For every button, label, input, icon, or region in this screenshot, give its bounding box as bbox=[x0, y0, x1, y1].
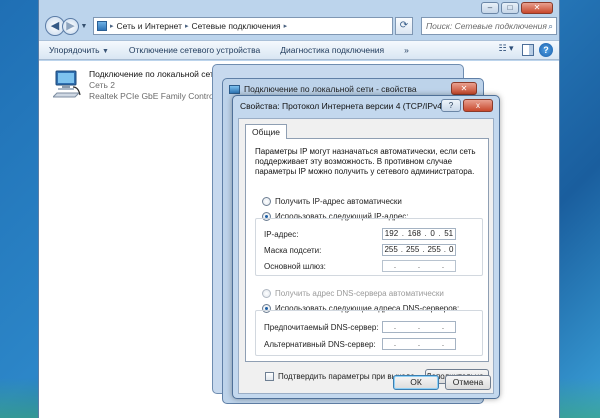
view-options-icon[interactable]: ☷ ▾ bbox=[495, 43, 517, 57]
organize-label: Упорядочить bbox=[49, 45, 100, 55]
breadcrumb-chevron-icon[interactable]: ▸ bbox=[110, 22, 114, 30]
close-button[interactable]: x bbox=[463, 99, 493, 112]
breadcrumb-chevron-icon[interactable]: ▸ bbox=[185, 22, 189, 30]
ip-octet: 51 bbox=[444, 229, 454, 238]
close-button[interactable]: ✕ bbox=[521, 2, 553, 14]
window-controls: – □ ✕ bbox=[481, 2, 553, 14]
back-close-button[interactable]: ✕ bbox=[451, 82, 477, 95]
confirm-on-exit-checkbox[interactable] bbox=[265, 372, 274, 381]
subnet-mask-input[interactable]: 255. 255. 255. 0 bbox=[382, 244, 456, 256]
ok-button[interactable]: ОК bbox=[393, 375, 439, 390]
mask-octet: 255 bbox=[405, 245, 420, 254]
disable-device-button[interactable]: Отключение сетевого устройства bbox=[119, 45, 270, 55]
dialog-body: Общие Параметры IP могут назначаться авт… bbox=[238, 118, 494, 394]
ip-auto-radio[interactable] bbox=[262, 197, 271, 206]
ip-settings-group: IP-адрес: 192. 168. 0. 51 Маска подсети:… bbox=[255, 218, 483, 276]
breadcrumb-network-internet[interactable]: Сеть и Интернет bbox=[117, 21, 182, 31]
organize-button[interactable]: Упорядочить ▼ bbox=[39, 45, 119, 55]
history-dropdown-icon[interactable]: ▼ bbox=[79, 23, 89, 30]
preview-pane-icon[interactable] bbox=[522, 44, 534, 56]
toolbar-right: ☷ ▾ ? bbox=[495, 43, 553, 57]
connection-properties-title-text: Подключение по локальной сети - свойства bbox=[244, 84, 417, 94]
network-icon bbox=[229, 84, 240, 94]
gateway-label: Основной шлюз: bbox=[264, 262, 326, 271]
ip-address-label: IP-адрес: bbox=[264, 230, 299, 239]
connection-name: Подключение по локальной сети bbox=[89, 69, 219, 79]
maximize-button[interactable]: □ bbox=[501, 2, 519, 14]
search-icon[interactable]: ⌕ bbox=[548, 18, 553, 34]
ip-octet: 192 bbox=[384, 229, 399, 238]
connection-properties-title: Подключение по локальной сети - свойства bbox=[229, 84, 417, 94]
intro-text: Параметры IP могут назначаться автоматич… bbox=[255, 147, 476, 176]
refresh-icon[interactable]: ⟳ bbox=[395, 17, 413, 35]
ipv4-properties-dialog: Свойства: Протокол Интернета версии 4 (T… bbox=[232, 95, 500, 399]
address-row: ◀ ▶ ▼ ▸ Сеть и Интернет ▸ Сетевые подклю… bbox=[39, 14, 559, 38]
connection-details: Подключение по локальной сети Сеть 2 Rea… bbox=[89, 69, 225, 102]
command-bar: Упорядочить ▼ Отключение сетевого устрой… bbox=[39, 40, 559, 60]
help-icon[interactable]: ? bbox=[539, 43, 553, 57]
breadcrumb-chevron-icon[interactable]: ▸ bbox=[284, 22, 288, 30]
dns-preferred-input[interactable]: ... bbox=[382, 321, 456, 333]
subnet-mask-label: Маска подсети: bbox=[264, 246, 322, 255]
chevron-down-icon: ▼ bbox=[101, 48, 109, 55]
ip-auto-label[interactable]: Получить IP-адрес автоматически bbox=[275, 197, 402, 206]
dns-alternate-label: Альтернативный DNS-сервер: bbox=[264, 340, 376, 349]
ip-octet: 168 bbox=[407, 229, 421, 238]
ip-address-input[interactable]: 192. 168. 0. 51 bbox=[382, 228, 456, 240]
cancel-button[interactable]: Отмена bbox=[445, 375, 491, 390]
mask-octet: 0 bbox=[448, 245, 454, 254]
breadcrumb-network-connections[interactable]: Сетевые подключения bbox=[192, 21, 281, 31]
dns-preferred-label: Предпочитаемый DNS-сервер: bbox=[264, 323, 379, 332]
mask-octet: 255 bbox=[427, 245, 441, 254]
mask-octet: 255 bbox=[384, 245, 398, 254]
diagnose-button[interactable]: Диагностика подключения bbox=[270, 45, 394, 55]
network-adapter-icon bbox=[53, 70, 81, 98]
minimize-button[interactable]: – bbox=[481, 2, 499, 14]
more-commands-icon[interactable]: » bbox=[394, 45, 419, 55]
tab-general[interactable]: Общие bbox=[245, 124, 287, 139]
search-placeholder: Поиск: Сетевые подключения bbox=[426, 21, 547, 31]
general-tab-panel: Параметры IP могут назначаться автоматич… bbox=[245, 138, 489, 362]
dns-settings-group: Предпочитаемый DNS-сервер: ... Альтернат… bbox=[255, 310, 483, 356]
gateway-input[interactable]: ... bbox=[382, 260, 456, 272]
dns-auto-radio[interactable] bbox=[262, 289, 271, 298]
connection-network: Сеть 2 bbox=[89, 80, 115, 90]
forward-icon[interactable]: ▶ bbox=[62, 17, 79, 35]
dns-auto-radio-row[interactable]: Получить адрес DNS-сервера автоматически bbox=[262, 289, 444, 298]
help-button[interactable]: ? bbox=[441, 99, 461, 112]
ip-octet: 0 bbox=[430, 229, 435, 238]
dialog-title: Свойства: Протокол Интернета версии 4 (T… bbox=[240, 101, 445, 111]
connection-adapter: Realtek PCIe GbE Family Controller bbox=[89, 91, 226, 101]
dns-alternate-input[interactable]: ... bbox=[382, 338, 456, 350]
control-panel-icon bbox=[97, 21, 107, 31]
address-bar[interactable]: ▸ Сеть и Интернет ▸ Сетевые подключения … bbox=[93, 17, 393, 35]
ip-auto-radio-row[interactable]: Получить IP-адрес автоматически bbox=[262, 197, 402, 206]
search-input[interactable]: Поиск: Сетевые подключения ⌕ bbox=[421, 17, 557, 35]
dns-auto-label[interactable]: Получить адрес DNS-сервера автоматически bbox=[275, 289, 444, 298]
